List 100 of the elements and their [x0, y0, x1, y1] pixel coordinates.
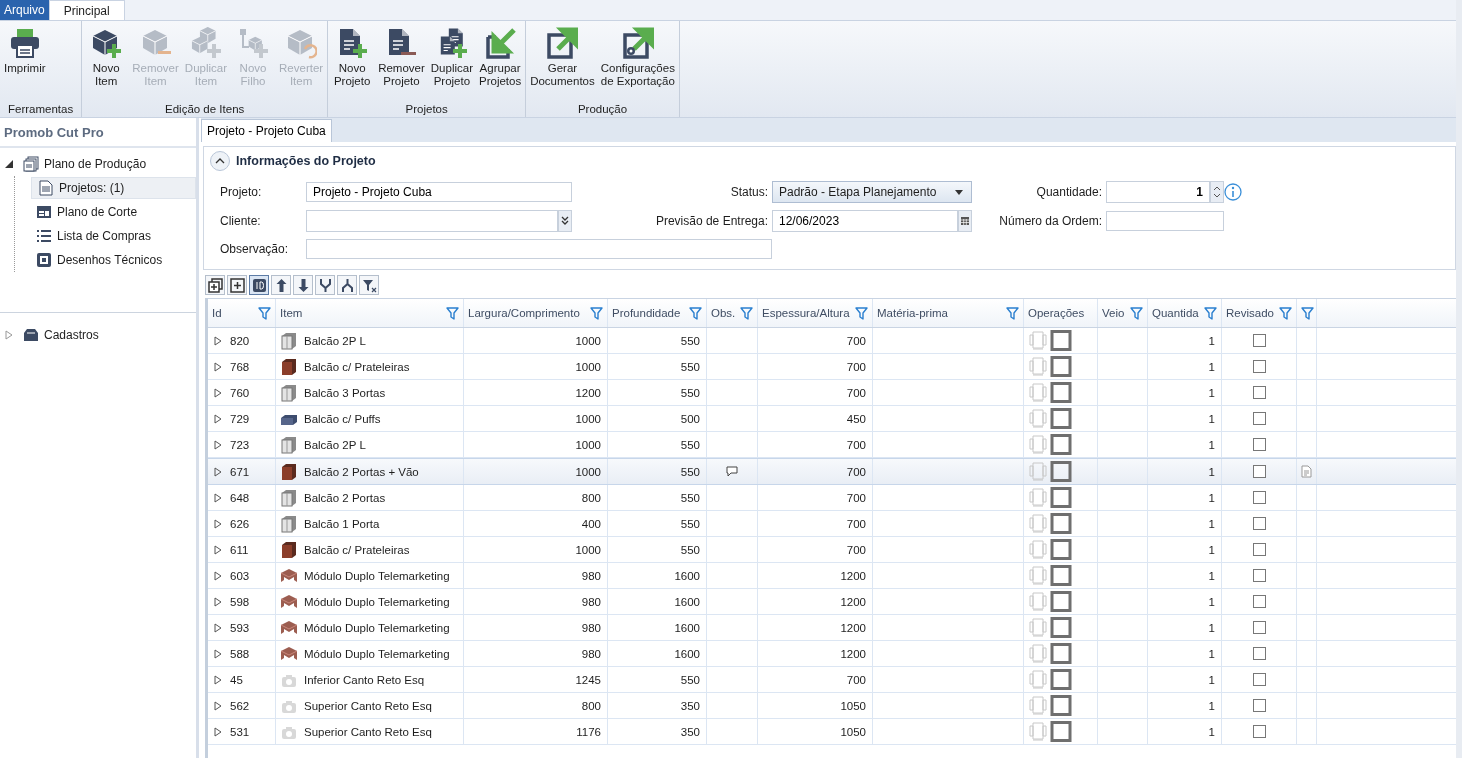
filter-icon[interactable] [590, 306, 603, 320]
expand-arrow-icon[interactable] [214, 622, 222, 633]
toolbar-button[interactable] [359, 275, 379, 295]
column-header[interactable]: Revisado [1222, 299, 1297, 327]
toolbar-button[interactable] [271, 275, 291, 295]
toolbar-button[interactable] [227, 275, 247, 295]
ribbon-button[interactable]: Duplicar Projeto [428, 25, 475, 103]
table-row[interactable]: 820 Balcão 2P L 1000 550 700 1 [208, 328, 1456, 354]
checkbox[interactable] [1252, 438, 1266, 451]
table-row[interactable]: 588 Módulo Duplo Telemarketing 980 1600 1200 1 [208, 641, 1456, 667]
calendar-icon[interactable] [961, 217, 969, 225]
expand-arrow-icon[interactable] [214, 674, 222, 685]
table-row[interactable]: 531 Superior Canto Reto Esq 1176 350 1050 1 [208, 719, 1456, 745]
collapse-arrow-icon[interactable] [4, 159, 14, 169]
expand-arrow-icon[interactable] [214, 518, 222, 529]
tree-item[interactable]: Cadastros [18, 324, 104, 346]
expand-arrow-icon[interactable] [214, 648, 222, 659]
checkbox[interactable] [1252, 569, 1266, 582]
ribbon-button[interactable]: Configurações de Exportação [598, 25, 677, 103]
expand-arrow-icon[interactable] [4, 330, 14, 340]
filter-icon[interactable] [1279, 306, 1292, 320]
tree-item[interactable]: Desenhos Técnicos [31, 249, 168, 271]
expand-arrow-icon[interactable] [214, 544, 222, 555]
checkbox[interactable] [1252, 647, 1266, 660]
checkbox[interactable] [1252, 725, 1266, 738]
column-header[interactable]: Matéria-prima [873, 299, 1024, 327]
double-chevron-icon[interactable] [561, 216, 569, 226]
checkbox[interactable] [1252, 595, 1266, 608]
ribbon-button[interactable]: Imprimir [2, 25, 48, 103]
status-dropdown[interactable]: Padrão - Etapa Planejamento [772, 181, 972, 203]
toolbar-button[interactable] [337, 275, 357, 295]
filter-icon[interactable] [1130, 306, 1143, 320]
ribbon-button[interactable]: Novo Projeto [330, 25, 375, 103]
table-row[interactable]: 648 Balcão 2 Portas 800 550 700 1 [208, 485, 1456, 511]
toolbar-button[interactable] [293, 275, 313, 295]
info-icon[interactable] [1224, 183, 1242, 201]
filter-icon[interactable] [1204, 306, 1217, 320]
project-field[interactable]: Projeto - Projeto Cuba [306, 182, 572, 202]
checkbox[interactable] [1252, 360, 1266, 373]
toolbar-button[interactable] [249, 275, 269, 295]
expand-arrow-icon[interactable] [214, 492, 222, 503]
tree-item[interactable]: Projetos: (1) [31, 177, 196, 199]
expand-arrow-icon[interactable] [214, 700, 222, 711]
expand-button[interactable] [558, 210, 572, 232]
column-header[interactable]: Largura/Comprimento [464, 299, 608, 327]
expand-arrow-icon[interactable] [214, 726, 222, 737]
table-row[interactable]: 729 Balcão c/ Puffs 1000 500 450 1 [208, 406, 1456, 432]
quantity-field[interactable]: 1 [1106, 181, 1210, 203]
table-row[interactable]: 598 Módulo Duplo Telemarketing 980 1600 1200 1 [208, 589, 1456, 615]
caret-icon[interactable] [955, 189, 963, 195]
column-header[interactable]: Item [276, 299, 464, 327]
document-tab[interactable]: Projeto - Projeto Cuba [201, 119, 332, 142]
table-row[interactable]: 626 Balcão 1 Porta 400 550 700 1 [208, 511, 1456, 537]
checkbox[interactable] [1252, 543, 1266, 556]
expand-arrow-icon[interactable] [214, 361, 222, 372]
toolbar-button[interactable] [315, 275, 335, 295]
filter-icon[interactable] [740, 306, 753, 320]
checkbox[interactable] [1252, 517, 1266, 530]
column-header[interactable]: Id [208, 299, 276, 327]
selected-row[interactable]: 671 Balcão 2 Portas + Vão 1000 550 700 1 [208, 458, 1456, 485]
comment-icon[interactable] [726, 466, 738, 477]
filter-icon[interactable] [855, 306, 868, 320]
checkbox[interactable] [1252, 334, 1266, 347]
checkbox[interactable] [1252, 386, 1266, 399]
ribbon-tab[interactable]: Principal [48, 0, 125, 20]
checkbox[interactable] [1252, 673, 1266, 686]
spin-button[interactable] [1210, 181, 1224, 203]
ribbon-button[interactable]: Agrupar Projetos [477, 25, 524, 103]
checkbox[interactable] [1252, 412, 1266, 425]
table-row[interactable]: 603 Módulo Duplo Telemarketing 980 1600 1200 1 [208, 563, 1456, 589]
toolbar-button[interactable] [205, 275, 225, 295]
table-row[interactable]: 593 Módulo Duplo Telemarketing 980 1600 1200 1 [208, 615, 1456, 641]
checkbox[interactable] [1252, 699, 1266, 712]
tree-item[interactable]: Plano de Corte [31, 201, 143, 223]
client-field[interactable] [306, 210, 558, 232]
column-header[interactable]: Operações [1024, 299, 1098, 327]
checkbox[interactable] [1252, 491, 1266, 504]
calendar-button[interactable] [958, 210, 972, 232]
filter-icon[interactable] [258, 306, 271, 320]
expand-arrow-icon[interactable] [214, 387, 222, 398]
tree-item[interactable]: Plano de Produção [18, 153, 152, 175]
ribbon-button[interactable]: Remover Projeto [376, 25, 427, 103]
order-number-field[interactable] [1106, 211, 1224, 231]
checkbox[interactable] [1252, 621, 1266, 634]
filter-icon[interactable] [689, 306, 702, 320]
chevron-icon[interactable] [215, 158, 225, 164]
table-row[interactable]: 768 Balcão c/ Prateleiras 1000 550 700 1 [208, 354, 1456, 380]
column-header[interactable]: Espessura/Altura [758, 299, 873, 327]
column-header[interactable]: Veio [1098, 299, 1148, 327]
table-row[interactable]: 562 Superior Canto Reto Esq 800 350 1050 1 [208, 693, 1456, 719]
expand-arrow-icon[interactable] [214, 466, 222, 477]
ribbon-tab[interactable]: Arquivo [0, 0, 49, 20]
expand-arrow-icon[interactable] [214, 570, 222, 581]
expand-arrow-icon[interactable] [214, 439, 222, 450]
table-row[interactable]: 611 Balcão c/ Prateleiras 1000 550 700 1 [208, 537, 1456, 563]
ribbon-button[interactable]: Novo Item [84, 25, 129, 103]
ribbon-button[interactable]: Gerar Documentos [528, 25, 597, 103]
column-header[interactable]: Profundidade [608, 299, 707, 327]
observation-field[interactable] [306, 239, 772, 259]
column-header[interactable]: Quantida [1148, 299, 1222, 327]
